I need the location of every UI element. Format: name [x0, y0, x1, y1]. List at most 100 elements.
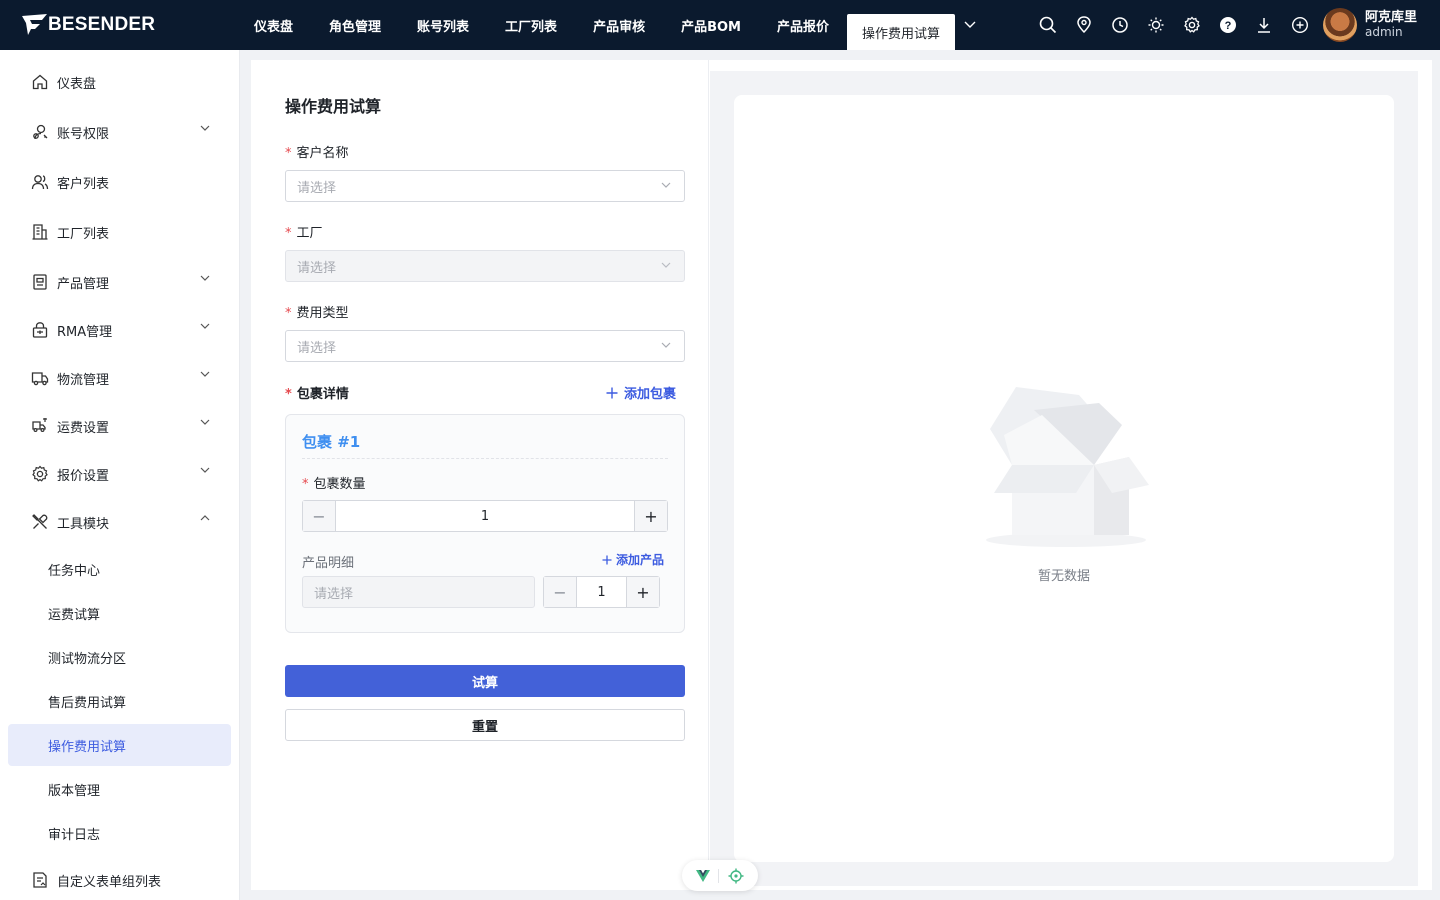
sidebar-item-custom-form-groups[interactable]: 自定义表单组列表 — [0, 860, 240, 900]
divider — [718, 868, 720, 883]
sidebar-item-quote-settings[interactable]: 报价设置 — [0, 454, 240, 494]
nav-active-tab[interactable]: 操作费用试算 — [847, 14, 956, 50]
user-role: admin — [1365, 25, 1403, 39]
plus-icon — [606, 387, 618, 398]
sun-icon — [1148, 17, 1164, 33]
sidebar-subitem-task-center[interactable]: 任务中心 — [8, 548, 231, 590]
sidebar-subitem-operation-fee-calc[interactable]: 操作费用试算 — [8, 724, 231, 766]
customer-select[interactable]: 请选择 — [285, 170, 685, 202]
chevron-down-icon — [200, 275, 210, 281]
nav-role-management[interactable]: 角色管理 — [311, 0, 399, 50]
empty-state: 暂无数据 — [984, 385, 1149, 584]
avatar — [1323, 8, 1357, 42]
search-button[interactable] — [1030, 0, 1066, 50]
factory-placeholder: 请选择 — [297, 260, 337, 276]
svg-text:?: ? — [1225, 20, 1232, 32]
package-card: 包裹 #1 * 包裹数量 − 1 + 产品明细 添加产品 请选择 − 1 + — [285, 414, 685, 633]
download-icon — [1258, 18, 1270, 33]
chevron-down-icon — [200, 371, 210, 377]
location-button[interactable] — [1066, 0, 1102, 50]
add-button[interactable] — [1282, 0, 1318, 50]
brand-name: BESENDER — [48, 14, 156, 35]
logo-mark-icon — [22, 14, 47, 35]
location-icon — [1077, 16, 1091, 34]
user-menu[interactable]: 阿克库里 admin — [1323, 8, 1417, 42]
add-product-button[interactable]: 添加产品 — [602, 551, 664, 568]
sidebar-item-product-management[interactable]: 产品管理 — [0, 262, 240, 302]
sidebar-subitem-audit-log[interactable]: 审计日志 — [8, 812, 231, 854]
nav-product-bom[interactable]: 产品BOM — [663, 0, 759, 50]
package-qty-value[interactable]: 1 — [336, 501, 634, 531]
nav-product-review[interactable]: 产品审核 — [575, 0, 663, 50]
required-mark: * — [285, 146, 292, 161]
calc-form: 操作费用试算 * 客户名称 请选择 * 工厂 请选择 * 费用类型 请选择 * 包裹详情… — [251, 60, 709, 890]
nav-factory-list[interactable]: 工厂列表 — [487, 0, 575, 50]
settings-button[interactable] — [1174, 0, 1210, 50]
factory-select[interactable]: 请选择 — [285, 250, 685, 282]
chevron-down-icon — [661, 342, 671, 348]
history-button[interactable] — [1102, 0, 1138, 50]
sidebar-item-label: 物流管理 — [57, 372, 110, 388]
reset-button[interactable]: 重置 — [285, 709, 685, 741]
decrement-button[interactable]: − — [544, 577, 577, 607]
settings-icon — [1184, 16, 1200, 33]
sidebar-item-label: RMA管理 — [57, 324, 113, 340]
theme-button[interactable] — [1138, 0, 1174, 50]
fee-type-select[interactable]: 请选择 — [285, 330, 685, 362]
sidebar-subitem-logistics-zones[interactable]: 测试物流分区 — [8, 636, 231, 678]
chevron-down-icon — [661, 182, 671, 188]
help-icon: ? — [1220, 17, 1236, 33]
vue-devtools-icon[interactable] — [696, 869, 711, 882]
add-circle-icon — [1291, 16, 1309, 34]
nav-product-quote[interactable]: 产品报价 — [759, 0, 847, 50]
sidebar-item-label: 产品管理 — [57, 276, 110, 292]
product-details-label: 产品明细 — [302, 556, 355, 571]
sidebar-item-account-permission[interactable]: 账号权限 — [0, 112, 240, 152]
empty-text: 暂无数据 — [1037, 569, 1090, 584]
main-content: 操作费用试算 * 客户名称 请选择 * 工厂 请选择 * 费用类型 请选择 * 包裹详情… — [251, 60, 1432, 890]
calculate-button[interactable]: 试算 — [285, 665, 685, 697]
sidebar-item-label: 工具模块 — [57, 516, 110, 532]
nav-dashboard[interactable]: 仪表盘 — [236, 0, 311, 50]
sidebar: 仪表盘 账号权限 客户列表 工厂列表 产品管理 RMA管理 物流管理 运费设置 … — [0, 50, 240, 900]
sidebar-subitem-version-management[interactable]: 版本管理 — [8, 768, 231, 810]
chevron-down-icon — [661, 262, 671, 268]
sidebar-item-label: 客户列表 — [57, 176, 110, 192]
decrement-button[interactable]: − — [303, 501, 336, 531]
chevron-down-icon — [200, 125, 210, 131]
sidebar-item-customers[interactable]: 客户列表 — [0, 162, 240, 202]
sidebar-item-label: 仪表盘 — [57, 76, 97, 92]
sidebar-subitem-aftersale-calc[interactable]: 售后费用试算 — [8, 680, 231, 722]
nav-more-button[interactable] — [955, 0, 985, 50]
sidebar-item-logistics[interactable]: 物流管理 — [0, 358, 240, 398]
package-details-label: * 包裹详情 — [285, 387, 349, 402]
help-button[interactable]: ? — [1210, 0, 1246, 50]
top-bar: BESENDER 仪表盘 角色管理 账号列表 工厂列表 产品审核 产品BOM 产… — [0, 0, 1440, 50]
download-button[interactable] — [1246, 0, 1282, 50]
sidebar-item-dashboard[interactable]: 仪表盘 — [0, 62, 240, 102]
product-qty-value[interactable]: 1 — [577, 577, 626, 607]
product-qty-stepper: − 1 + — [543, 576, 660, 608]
fee-type-label: * 费用类型 — [285, 306, 349, 321]
sidebar-item-factories[interactable]: 工厂列表 — [0, 212, 240, 252]
gear-icon — [30, 464, 50, 484]
fee-type-placeholder: 请选择 — [297, 340, 337, 356]
increment-button[interactable]: + — [626, 577, 659, 607]
freight-icon — [30, 416, 50, 436]
brand-logo[interactable]: BESENDER — [22, 12, 155, 38]
nav-account-list[interactable]: 账号列表 — [399, 0, 487, 50]
sidebar-item-tools[interactable]: 工具模块 — [0, 502, 240, 542]
package-title: 包裹 #1 — [302, 433, 361, 451]
sidebar-item-freight-settings[interactable]: 运费设置 — [0, 406, 240, 446]
chevron-down-icon — [200, 323, 210, 329]
customer-label: * 客户名称 — [285, 146, 349, 161]
building-icon — [30, 222, 50, 242]
sidebar-subitem-freight-calc[interactable]: 运费试算 — [8, 592, 231, 634]
product-select[interactable]: 请选择 — [302, 576, 535, 608]
sidebar-item-rma[interactable]: RMA管理 — [0, 310, 240, 350]
required-mark: * — [285, 226, 292, 241]
chevron-down-icon — [200, 419, 210, 425]
target-icon[interactable] — [728, 868, 744, 884]
increment-button[interactable]: + — [634, 501, 667, 531]
add-package-button[interactable]: 添加包裹 — [606, 383, 676, 402]
